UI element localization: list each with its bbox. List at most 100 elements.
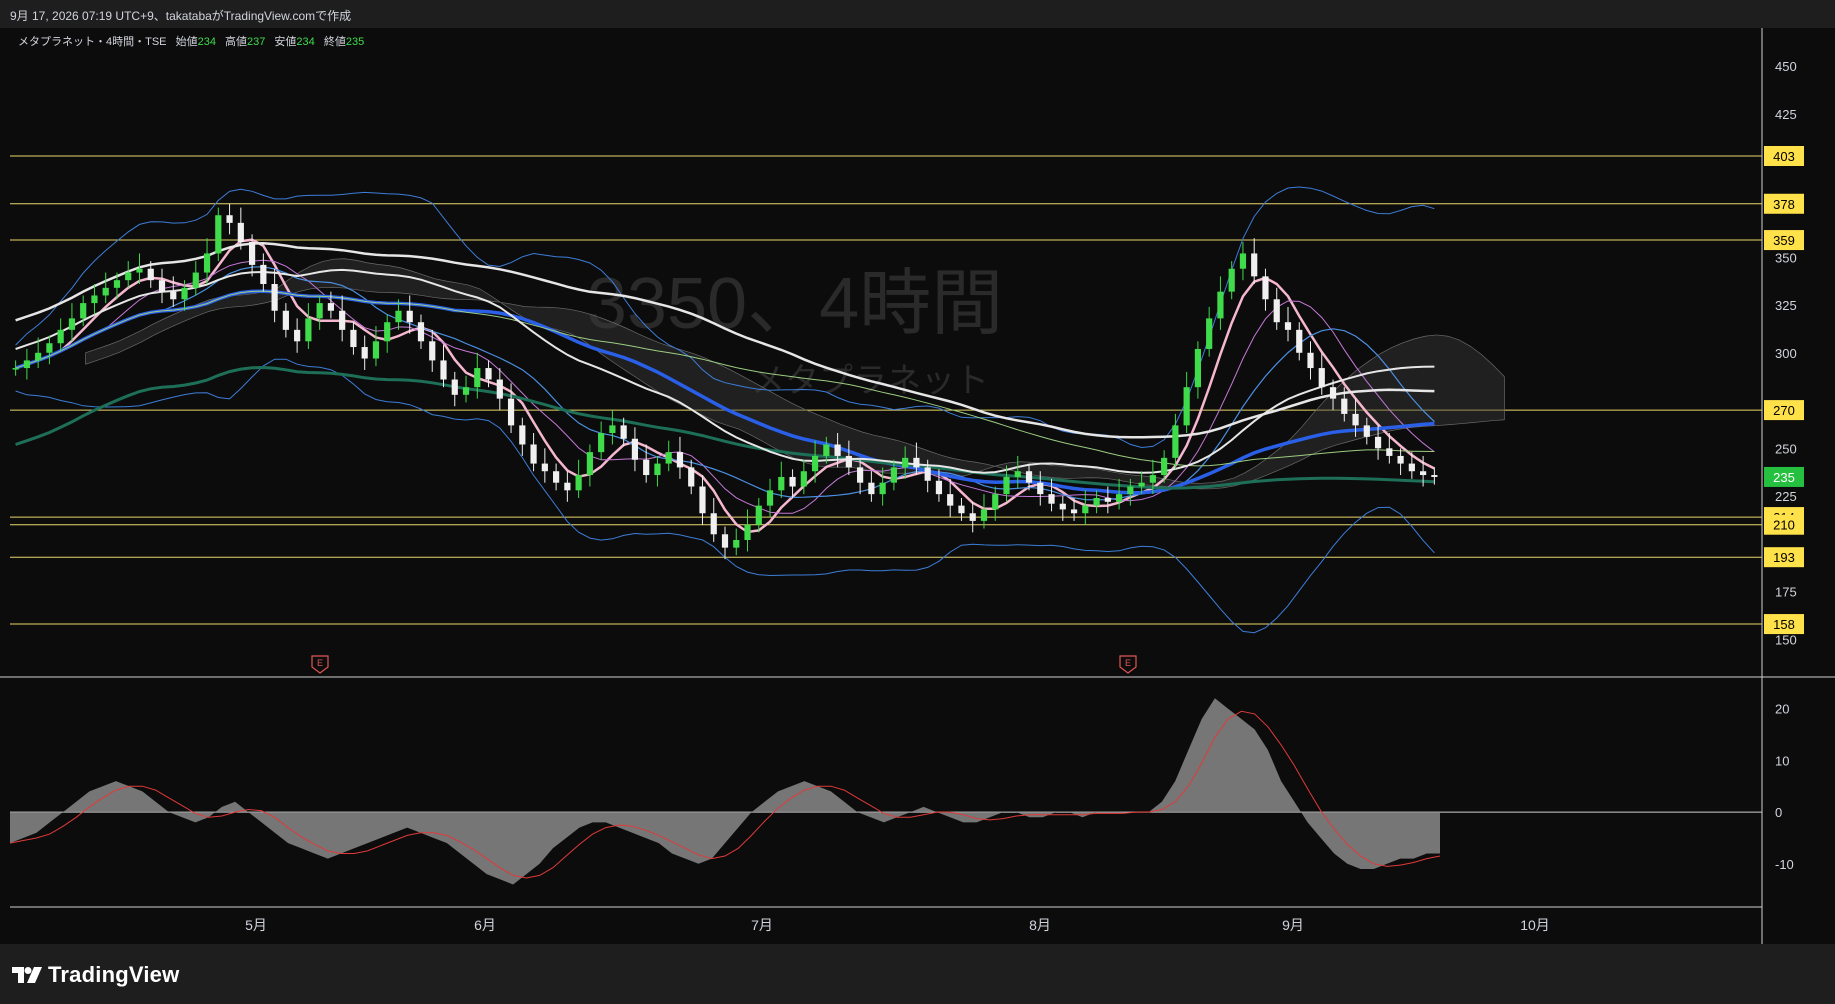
candle-body (451, 379, 458, 395)
candle-body (609, 425, 616, 434)
price-tick-label: 425 (1775, 107, 1797, 122)
candle-body (1048, 494, 1055, 504)
header-bar: 9月 17, 2026 07:19 UTC+9、takatabaがTrading… (0, 0, 1835, 28)
candle-body (1239, 253, 1247, 269)
candle-body (564, 482, 571, 491)
price-tick-label: 150 (1775, 632, 1797, 647)
candle-body (1014, 471, 1021, 477)
last-price-badge-text: 235 (1773, 470, 1795, 485)
candle-body (1228, 268, 1235, 292)
time-tick-label: 8月 (1029, 917, 1051, 933)
candle-body (248, 241, 256, 265)
candle-body (620, 425, 627, 439)
candle-body (260, 264, 267, 284)
candle-body (1217, 291, 1224, 319)
price-level-badge-text: 210 (1773, 518, 1795, 533)
candle-body (1025, 471, 1033, 483)
candle-body (23, 360, 30, 369)
candle-body (631, 438, 639, 460)
legend-low-value: 234 (296, 36, 314, 48)
candle-body (282, 310, 289, 330)
candle-body (474, 368, 481, 388)
legend-close-value: 235 (346, 36, 364, 48)
candle-body (429, 341, 436, 361)
candle-body (935, 480, 943, 495)
time-tick-label: 5月 (245, 917, 267, 933)
candle-body (924, 467, 931, 481)
candle-body (699, 486, 706, 514)
candle-body (1329, 387, 1337, 399)
candle-body (339, 310, 346, 330)
candle-body (913, 457, 920, 468)
candle-body (136, 268, 143, 273)
candle-body (1420, 471, 1427, 476)
candle-body (294, 329, 301, 342)
candle-body (215, 215, 222, 254)
tradingview-logo-icon (12, 967, 42, 983)
candle-body (496, 379, 503, 399)
candle-body (181, 287, 188, 300)
candle-body (35, 352, 42, 361)
candle-body (1127, 486, 1134, 495)
candle-body (271, 284, 278, 311)
candle-body (1093, 497, 1100, 506)
price-level-badge-text: 158 (1773, 617, 1795, 632)
candle-body (1138, 482, 1145, 487)
oscillator-tick-label: 20 (1775, 702, 1789, 717)
candle-body (192, 272, 199, 288)
candle-body (1374, 436, 1382, 449)
candle-body (755, 505, 762, 525)
candle-body (113, 280, 121, 288)
candle-body (834, 444, 841, 456)
candle-body (226, 215, 233, 223)
price-tick-label: 450 (1775, 59, 1797, 74)
candle-body (507, 398, 515, 426)
candle-body (733, 540, 740, 548)
candle-body (598, 433, 605, 453)
tradingview-logo[interactable]: TradingView (12, 962, 179, 988)
footer-bar: TradingView (0, 944, 1835, 1004)
candle-body (406, 310, 413, 323)
candle-body (980, 509, 988, 521)
candle-body (1183, 387, 1190, 426)
candle-body (395, 310, 402, 323)
candle-body (643, 459, 650, 476)
candle-body (68, 318, 76, 330)
candle-body (541, 463, 548, 472)
chart-background (0, 28, 1835, 944)
candle-body (1003, 476, 1010, 495)
candle-body (1318, 368, 1325, 388)
candle-body (1363, 425, 1370, 437)
chart-area[interactable]: 3350、4時間 メタプラネット メタプラネット・4時間・TSE 始値234 高… (0, 28, 1835, 944)
candle-body (710, 513, 717, 535)
candle-body (305, 318, 312, 342)
candle-body (1352, 413, 1359, 426)
candle-body (170, 291, 177, 300)
candle-body (845, 455, 852, 468)
legend-high-value: 237 (247, 36, 265, 48)
candle-body (789, 476, 796, 487)
candle-body (417, 322, 425, 342)
candle-body (654, 463, 661, 476)
candle-body (947, 494, 954, 506)
price-tick-label: 225 (1775, 489, 1797, 504)
candle-body (969, 513, 976, 521)
oscillator-tick-label: 0 (1775, 805, 1782, 820)
candle-body (823, 444, 830, 456)
candle-body (237, 222, 244, 242)
candle-body (1161, 457, 1168, 476)
price-tick-label: 350 (1775, 250, 1797, 265)
price-tick-label: 175 (1775, 585, 1797, 600)
candle-body (530, 444, 537, 464)
price-level-badge-text: 270 (1773, 403, 1795, 418)
candle-body (868, 482, 875, 495)
price-level-badge-text: 403 (1773, 149, 1795, 164)
candle-body (857, 467, 864, 483)
candle-body (688, 467, 695, 487)
candle-body (958, 505, 965, 514)
chart-svg[interactable]: 3350、4時間 メタプラネット メタプラネット・4時間・TSE 始値234 高… (0, 28, 1835, 944)
candle-body (440, 360, 447, 380)
candle-body (575, 475, 582, 491)
candle-body (462, 387, 470, 395)
candle-body (350, 329, 357, 348)
